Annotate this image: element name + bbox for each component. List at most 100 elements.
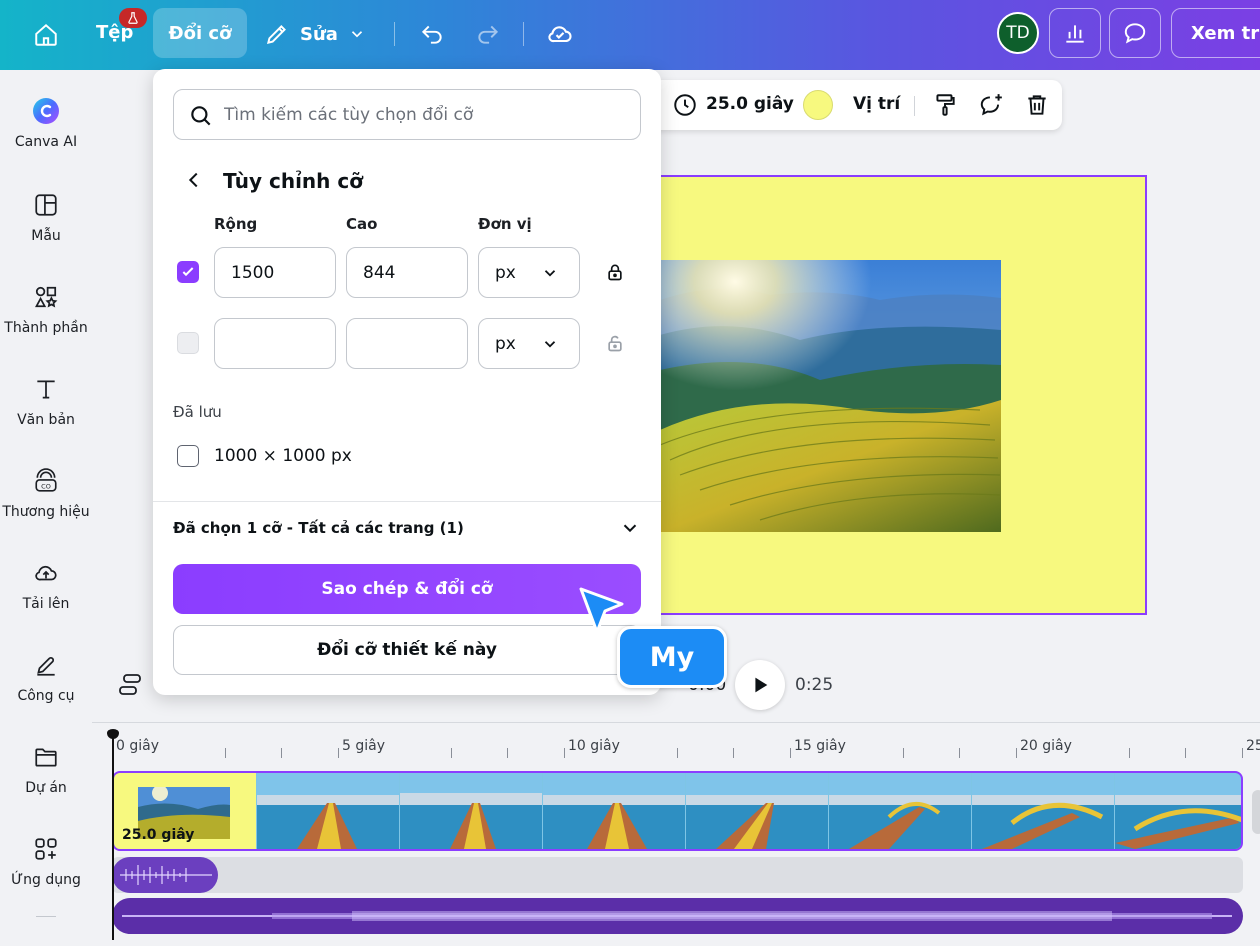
audio-clip-2[interactable] xyxy=(112,898,1243,934)
unit-select-2[interactable]: px xyxy=(478,318,580,369)
height-field-1[interactable] xyxy=(346,247,468,298)
cloud-saved-button[interactable] xyxy=(544,18,576,50)
search-box[interactable] xyxy=(173,89,641,140)
sidebar-item-brand[interactable]: CO Thương hiệu xyxy=(0,466,92,520)
tick xyxy=(451,748,452,758)
video-track[interactable]: 25.0 giây xyxy=(112,771,1243,851)
toolbar-divider xyxy=(394,22,395,46)
duration-button[interactable]: 25.0 giây xyxy=(706,94,794,114)
search-input[interactable] xyxy=(224,104,624,125)
collaborator-cursor-icon xyxy=(579,587,624,634)
lock-icon[interactable] xyxy=(605,262,625,282)
width-field-2[interactable] xyxy=(214,318,336,369)
tick xyxy=(903,748,904,758)
unit-label: Đơn vị xyxy=(478,215,532,233)
resize-this-design-button[interactable]: Đổi cỡ thiết kế này xyxy=(173,625,641,675)
trash-icon[interactable] xyxy=(1024,92,1050,118)
chevron-down-icon xyxy=(544,270,556,277)
sidebar-item-label: Thương hiệu xyxy=(2,504,90,520)
timeline-toggle-icon[interactable] xyxy=(118,672,146,698)
apps-icon xyxy=(31,834,61,864)
back-arrow-icon[interactable] xyxy=(183,169,205,191)
audio-clip-1[interactable] xyxy=(112,857,218,893)
insights-button[interactable] xyxy=(1049,8,1101,58)
sidebar-item-projects[interactable]: Dự án xyxy=(0,742,92,796)
undo-button[interactable] xyxy=(416,18,448,50)
tick xyxy=(281,748,282,758)
sidebar-item-label: Tải lên xyxy=(22,596,70,612)
video-frame xyxy=(828,773,971,849)
sidebar-item-label: Dự án xyxy=(25,780,67,796)
edit-label: Sửa xyxy=(300,23,338,45)
undo-icon xyxy=(421,25,442,44)
template-icon xyxy=(31,190,61,220)
selected-summary[interactable]: Đã chọn 1 cỡ - Tất cả các trang (1) xyxy=(173,519,464,537)
add-comment-icon[interactable] xyxy=(978,92,1004,118)
brand-icon: CO xyxy=(31,466,61,496)
timeline-ruler[interactable]: 0 giây 5 giây 10 giây 15 giây 20 giây 25 xyxy=(112,732,1260,762)
collaborator-name-tag: My xyxy=(617,626,727,688)
design-canvas[interactable] xyxy=(634,175,1147,615)
play-button[interactable] xyxy=(735,660,785,710)
toolbar-divider xyxy=(914,96,915,116)
width-input-2[interactable] xyxy=(231,333,327,354)
sidebar-item-tools[interactable]: Công cụ xyxy=(0,650,92,704)
size-row-2-checkbox[interactable] xyxy=(177,332,199,354)
height-input-2[interactable] xyxy=(363,333,459,354)
home-button[interactable] xyxy=(28,17,64,53)
first-clip[interactable]: 25.0 giây xyxy=(114,773,256,849)
clock-icon[interactable] xyxy=(672,92,698,118)
position-button[interactable]: Vị trí xyxy=(853,94,900,114)
sidebar-item-canva-ai[interactable]: Canva AI xyxy=(0,96,92,150)
height-field-2[interactable] xyxy=(346,318,468,369)
sidebar-item-text[interactable]: Văn bản xyxy=(0,374,92,428)
width-field-1[interactable] xyxy=(214,247,336,298)
saved-size-checkbox[interactable] xyxy=(177,445,199,467)
cloud-check-icon xyxy=(548,26,572,43)
sidebar-item-apps[interactable]: Ứng dụng xyxy=(0,834,92,888)
tick xyxy=(338,748,339,758)
video-frame xyxy=(971,773,1114,849)
sidebar-divider xyxy=(36,916,56,917)
elements-icon xyxy=(31,282,61,312)
copy-and-resize-button[interactable]: Sao chép & đổi cỡ xyxy=(173,564,641,614)
chevron-down-icon xyxy=(544,341,556,348)
flask-icon xyxy=(128,12,138,24)
video-frame xyxy=(1114,773,1241,849)
height-input-1[interactable] xyxy=(363,262,459,283)
saved-size-label[interactable]: 1000 × 1000 px xyxy=(214,446,352,466)
pencil-icon xyxy=(266,25,286,45)
sidebar-item-elements[interactable]: Thành phần xyxy=(0,282,92,336)
comment-button[interactable] xyxy=(1109,8,1161,58)
text-icon xyxy=(31,374,61,404)
chevron-down-icon[interactable] xyxy=(619,517,641,539)
view-button[interactable]: Xem trư xyxy=(1171,8,1260,58)
sidebar-item-upload[interactable]: Tải lên xyxy=(0,558,92,612)
edit-menu[interactable]: Sửa xyxy=(264,18,366,50)
unit-select-1[interactable]: px xyxy=(478,247,580,298)
paint-roller-icon[interactable] xyxy=(932,92,958,118)
bar-chart-icon xyxy=(1066,25,1084,43)
sidebar-item-templates[interactable]: Mẫu xyxy=(0,190,92,244)
tick-label: 25 xyxy=(1246,738,1260,754)
top-bar: Tệp Đổi cỡ Sửa TD Xem trư xyxy=(0,0,1260,70)
sidebar-item-label: Công cụ xyxy=(17,688,75,704)
size-row-1-checkbox[interactable] xyxy=(177,261,199,283)
timeline-scroll-handle[interactable] xyxy=(1252,790,1260,834)
resize-button[interactable]: Đổi cỡ xyxy=(153,8,247,58)
playhead[interactable] xyxy=(112,736,114,940)
tick xyxy=(1129,748,1130,758)
landscape-photo[interactable] xyxy=(660,260,1001,532)
toolbar-divider xyxy=(523,22,524,46)
unlock-icon[interactable] xyxy=(605,333,625,353)
redo-button[interactable] xyxy=(472,18,504,50)
height-label: Cao xyxy=(346,215,378,233)
width-input-1[interactable] xyxy=(231,262,327,283)
comment-icon xyxy=(1124,23,1146,44)
panel-title: Tùy chỉnh cỡ xyxy=(223,169,363,193)
background-color-swatch[interactable] xyxy=(803,90,833,120)
home-icon xyxy=(35,23,57,46)
tick xyxy=(733,748,734,758)
avatar[interactable]: TD xyxy=(997,12,1039,54)
tick xyxy=(564,748,565,758)
